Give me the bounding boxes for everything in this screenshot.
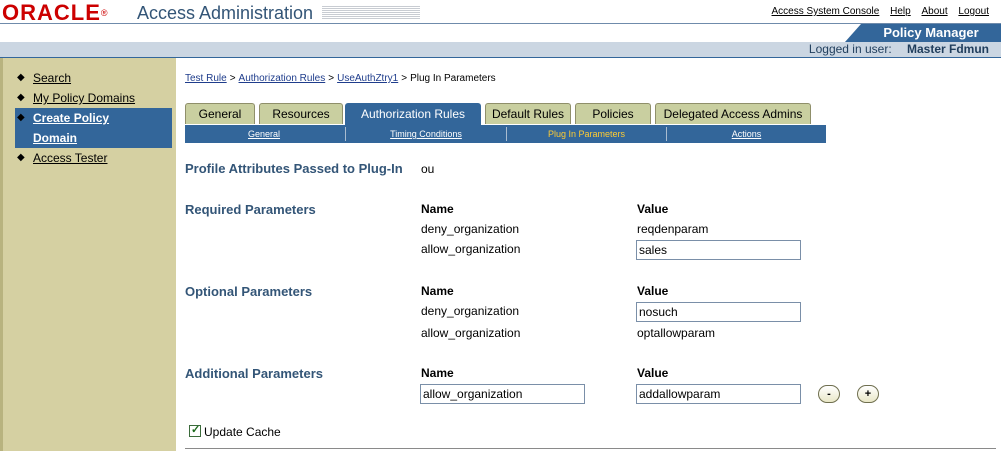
breadcrumb-test-rule[interactable]: Test Rule xyxy=(185,73,227,84)
tab-delegated-access-admins[interactable]: Delegated Access Admins xyxy=(655,103,811,124)
required-value-1: reqdenparam xyxy=(637,222,709,236)
additional-name-input[interactable] xyxy=(420,384,585,404)
optional-name-header: Name xyxy=(421,284,454,298)
sidebar-item-create-policy-domain[interactable]: ◆ Create Policy Domain xyxy=(15,108,172,148)
required-name-header: Name xyxy=(421,202,454,216)
optional-parameters-label: Optional Parameters xyxy=(185,284,313,299)
breadcrumb: Test Rule > Authorization Rules > UseAuthZtr… xyxy=(185,73,496,84)
update-cache-label: Update Cache xyxy=(204,425,281,439)
title-stripes xyxy=(322,6,420,19)
subtab-general[interactable]: General xyxy=(185,125,343,143)
profile-attributes-label: Profile Attributes Passed to Plug-In xyxy=(185,161,403,176)
help-link[interactable]: Help xyxy=(890,6,911,17)
required-value-header: Value xyxy=(637,202,669,216)
global-links: Access System Console Help About Logout xyxy=(764,6,989,17)
bullet-icon: ◆ xyxy=(17,92,25,103)
bottom-divider xyxy=(185,448,996,449)
bullet-icon: ◆ xyxy=(17,72,25,83)
app-title: Access Administration xyxy=(137,3,314,23)
additional-value-input[interactable] xyxy=(636,384,801,404)
logged-in-prefix: Logged in user: xyxy=(808,42,895,56)
policy-manager-tab[interactable]: Policy Manager xyxy=(845,24,1001,42)
subtabs-bar: General Timing Conditions Plug In Parame… xyxy=(185,125,826,143)
access-system-console-link[interactable]: Access System Console xyxy=(772,6,880,17)
additional-value-header: Value xyxy=(637,366,669,380)
additional-parameters-label: Additional Parameters xyxy=(185,366,323,381)
remove-parameter-button[interactable]: - xyxy=(818,385,840,403)
sidebar-item-access-tester[interactable]: ◆ Access Tester xyxy=(17,148,107,168)
logged-in-user: Master Fdmun xyxy=(906,42,989,56)
update-cache-checkbox[interactable] xyxy=(189,423,201,437)
breadcrumb-useauthztry1[interactable]: UseAuthZtry1 xyxy=(337,73,398,84)
bullet-icon: ◆ xyxy=(17,112,25,123)
breadcrumb-current: Plug In Parameters xyxy=(410,73,496,84)
tab-resources[interactable]: Resources xyxy=(259,103,343,124)
optional-value-header: Value xyxy=(637,284,669,298)
add-parameter-button[interactable]: + xyxy=(857,385,879,403)
user-bar: Logged in user: Master Fdmun xyxy=(0,42,1001,58)
additional-name-header: Name xyxy=(421,366,454,380)
optional-name-2: allow_organization xyxy=(421,326,521,340)
optional-name-1: deny_organization xyxy=(421,304,520,318)
tab-authorization-rules[interactable]: Authorization Rules xyxy=(345,103,481,126)
sidebar: ◆ Search ◆ My Policy Domains ◆ Create Polic… xyxy=(0,58,176,451)
required-allow-organization-input[interactable] xyxy=(636,240,801,260)
tab-default-rules[interactable]: Default Rules xyxy=(485,103,571,124)
oracle-logo: ORACLE® xyxy=(2,0,109,25)
bullet-icon: ◆ xyxy=(17,152,25,163)
about-link[interactable]: About xyxy=(921,6,947,17)
sidebar-item-search[interactable]: ◆ Search xyxy=(17,68,71,88)
required-name-2: allow_organization xyxy=(421,242,521,256)
subtab-actions[interactable]: Actions xyxy=(667,125,826,143)
required-name-1: deny_organization xyxy=(421,222,520,236)
sidebar-item-my-policy-domains[interactable]: ◆ My Policy Domains xyxy=(17,88,135,108)
tab-policies[interactable]: Policies xyxy=(575,103,651,124)
optional-value-2: optallowparam xyxy=(637,326,716,340)
subtab-plug-in-parameters[interactable]: Plug In Parameters xyxy=(507,125,666,143)
optional-deny-organization-input[interactable] xyxy=(636,302,801,322)
subtab-timing-conditions[interactable]: Timing Conditions xyxy=(346,125,506,143)
required-parameters-label: Required Parameters xyxy=(185,202,316,217)
logout-link[interactable]: Logout xyxy=(958,6,989,17)
breadcrumb-authorization-rules[interactable]: Authorization Rules xyxy=(239,73,326,84)
tab-general[interactable]: General xyxy=(185,103,255,124)
header: ORACLE® Access Administration Access Sys… xyxy=(0,0,1001,60)
profile-attributes-value: ou xyxy=(421,162,435,176)
